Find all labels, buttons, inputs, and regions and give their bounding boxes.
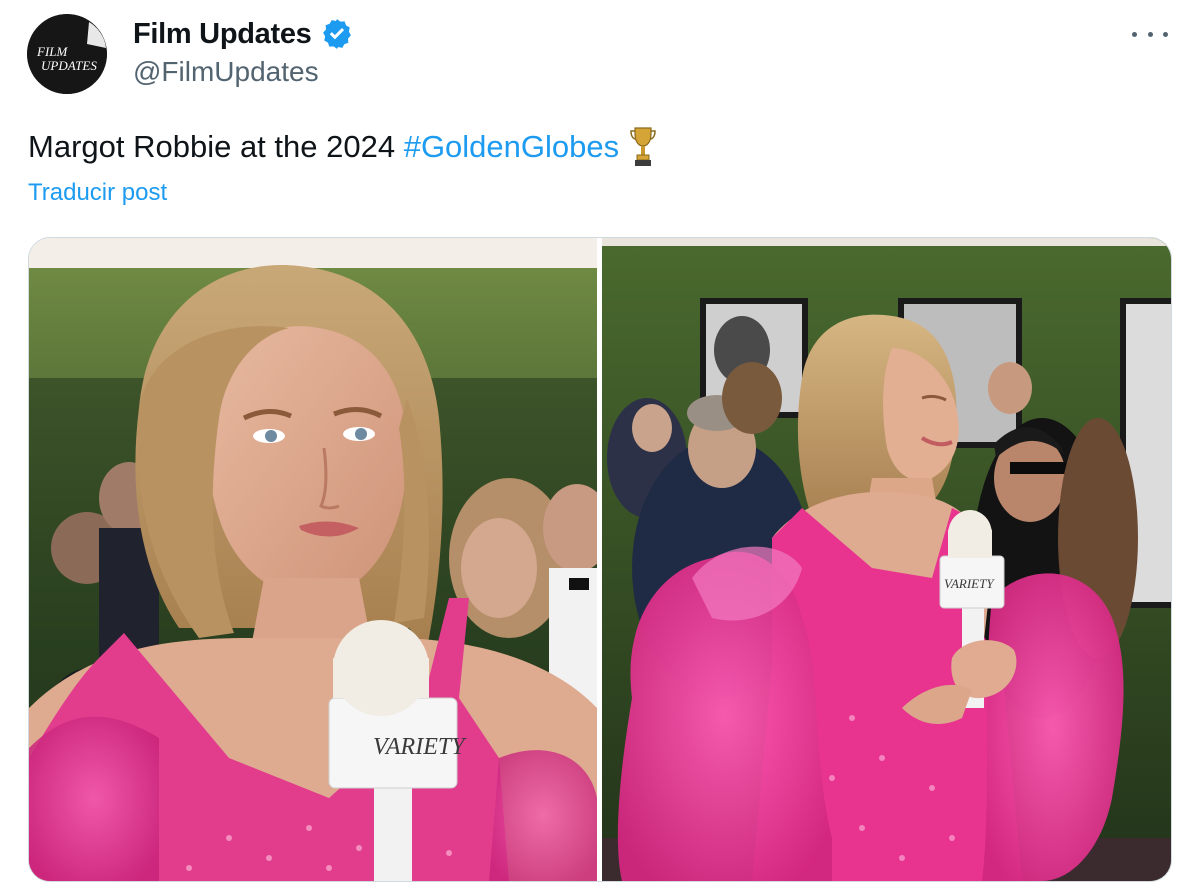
author-block: Film Updates @FilmUpdates (133, 14, 354, 88)
mic-label-right: VARIETY (944, 576, 995, 591)
photo-left[interactable]: VARIETY (29, 238, 597, 881)
more-options-icon[interactable] (1132, 22, 1168, 46)
avatar[interactable]: FILM UPDATES (27, 14, 107, 94)
hashtag-link[interactable]: #GoldenGlobes (404, 129, 619, 165)
avatar-text-2: UPDATES (41, 58, 97, 73)
display-name[interactable]: Film Updates (133, 18, 312, 51)
media-grid: VARIETY VARIETY (28, 237, 1172, 882)
post-text: Margot Robbie at the 2024 #GoldenGlobes (28, 126, 657, 168)
trophy-icon (629, 126, 657, 168)
avatar-logo: FILM UPDATES (27, 14, 107, 94)
post-card: FILM UPDATES Film Updates @FilmUpdates M… (0, 0, 1200, 895)
photo-right-image: VARIETY (602, 238, 1171, 881)
translate-post-link[interactable]: Traducir post (28, 179, 167, 207)
verified-badge-icon (320, 17, 354, 51)
photo-left-image: VARIETY (29, 238, 597, 881)
photo-right[interactable]: VARIETY (602, 238, 1171, 881)
post-text-prefix: Margot Robbie at the 2024 (28, 129, 404, 164)
mic-label-left: VARIETY (373, 734, 467, 760)
avatar-text-1: FILM (36, 44, 69, 59)
account-handle[interactable]: @FilmUpdates (133, 56, 354, 88)
